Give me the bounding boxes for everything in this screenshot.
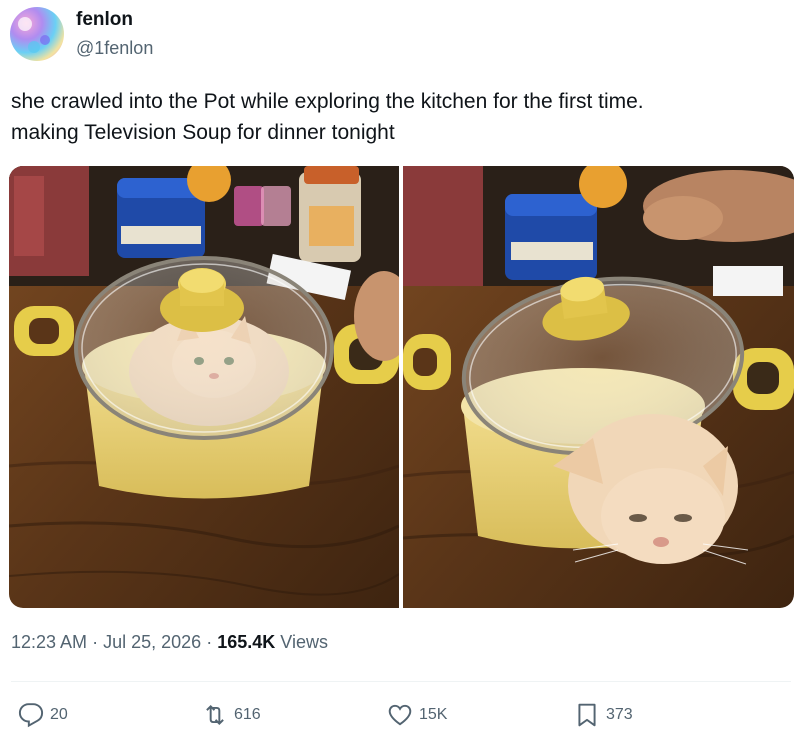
tweet-text-line: making Television Soup for dinner tonigh… bbox=[11, 121, 395, 144]
author-display-name[interactable]: fenlon bbox=[76, 9, 133, 31]
like-count: 15K bbox=[419, 706, 448, 723]
views-count[interactable]: 165.4K bbox=[217, 632, 275, 652]
tweet-date[interactable]: Jul 25, 2026 bbox=[103, 632, 201, 652]
avatar[interactable] bbox=[10, 7, 64, 61]
repost-icon bbox=[206, 704, 224, 726]
reply-button[interactable]: 20 bbox=[18, 698, 68, 732]
bookmark-button[interactable]: 373 bbox=[574, 698, 633, 732]
tweet-text-line: she crawled into the Pot while exploring… bbox=[11, 90, 644, 113]
tweet-time[interactable]: 12:23 AM bbox=[11, 632, 87, 652]
bookmark-icon bbox=[578, 703, 596, 727]
tweet-photo-1[interactable] bbox=[9, 166, 399, 608]
media-grid bbox=[9, 166, 794, 608]
divider bbox=[11, 681, 791, 682]
tweet-photo-2[interactable] bbox=[403, 166, 794, 608]
repost-count: 616 bbox=[234, 706, 261, 723]
reply-icon bbox=[18, 703, 44, 728]
meta-separator: · bbox=[206, 632, 213, 652]
like-icon bbox=[388, 704, 412, 726]
tweet-text: she crawled into the Pot while exploring… bbox=[11, 86, 791, 148]
meta-separator: · bbox=[92, 632, 99, 652]
like-button[interactable]: 15K bbox=[387, 698, 447, 732]
repost-button[interactable]: 616 bbox=[202, 698, 261, 732]
bookmark-count: 373 bbox=[606, 706, 633, 723]
author-handle[interactable]: @1fenlon bbox=[76, 38, 153, 59]
tweet-meta: 12:23 AM · Jul 25, 2026 · 165.4K Views bbox=[11, 632, 328, 653]
reply-count: 20 bbox=[50, 706, 68, 723]
views-label: Views bbox=[280, 632, 328, 652]
